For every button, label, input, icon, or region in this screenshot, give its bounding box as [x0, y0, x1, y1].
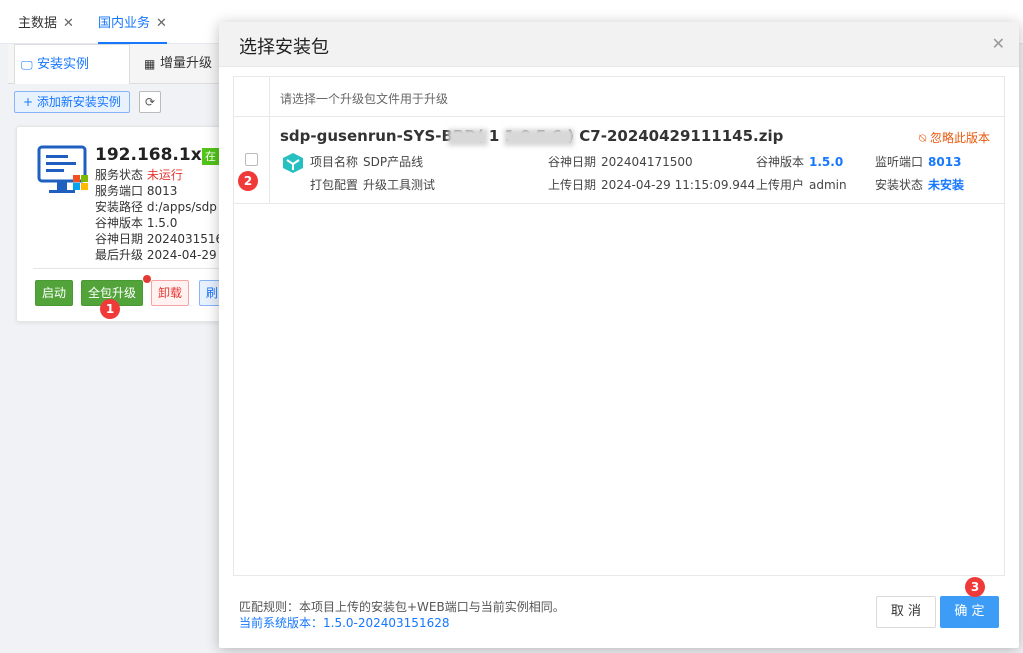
close-icon[interactable]: ✕: [156, 16, 167, 31]
dialog-header: 选择安装包 ✕: [219, 22, 1019, 67]
match-rule-text: 匹配规则：本项目上传的安装包+WEB端口与当前实例相同。: [239, 600, 565, 614]
add-instance-button[interactable]: + 添加新安装实例: [14, 91, 130, 113]
package-date: 谷神日期 202404171500: [548, 153, 693, 170]
server-monitor-icon: [37, 145, 88, 193]
instance-date: 谷神日期 20240315162: [95, 231, 231, 247]
upload-user: 上传用户 admin: [756, 176, 847, 193]
kv-value: 升级工具测试: [363, 178, 436, 192]
step-badge-1: 1: [100, 299, 120, 319]
kv-value: 202404171500: [601, 155, 693, 169]
redaction: [504, 129, 574, 146]
package-table: 请选择一个升级包文件用于升级 sdp-gusenrun-SYS-BBD( 1 1…: [233, 76, 1005, 576]
kv-value: 未安装: [928, 178, 965, 192]
kv-label: 监听端口: [875, 155, 924, 169]
cancel-button[interactable]: 取 消: [876, 596, 936, 628]
package-version: 谷神版本 1.5.0: [756, 153, 843, 170]
kv-label: 上传用户: [756, 178, 805, 192]
start-button[interactable]: 启动: [35, 280, 74, 306]
subtab-label: 增量升级: [160, 56, 213, 71]
instance-service-status: 服务状态 未运行: [95, 167, 183, 183]
info-value: 未运行: [146, 168, 183, 182]
kv-label: 谷神版本: [756, 155, 805, 169]
kv-label: 项目名称: [310, 155, 359, 169]
tab-label: 主数据: [18, 16, 58, 31]
uninstall-button[interactable]: 卸载: [151, 280, 190, 306]
info-label: 服务状态: [95, 168, 144, 182]
tab-master-data[interactable]: 主数据 ✕: [18, 0, 74, 44]
close-icon[interactable]: ✕: [63, 16, 74, 31]
table-row[interactable]: sdp-gusenrun-SYS-BBD( 1 1 0 5 6 ) C7-202…: [234, 117, 1004, 204]
info-label: 安装路径: [95, 200, 144, 214]
instance-install-path: 安装路径 d:/apps/sdp: [95, 199, 217, 215]
info-value: 1.5.0: [146, 216, 178, 230]
kv-value: SDP产品线: [363, 155, 424, 169]
status-badge: 在: [202, 148, 219, 165]
confirm-button[interactable]: 确 定: [940, 596, 999, 628]
kv-label: 谷神日期: [548, 155, 597, 169]
refresh-icon[interactable]: ⟳: [139, 91, 161, 113]
dialog-title: 选择安装包: [239, 37, 329, 58]
ignore-version-link[interactable]: ⍉ 忽略此版本: [919, 129, 990, 146]
redaction: [448, 129, 488, 146]
info-value: d:/apps/sdp: [146, 200, 217, 214]
info-label: 服务端口: [95, 184, 144, 198]
kv-label: 上传日期: [548, 178, 597, 192]
grid-icon: ▦: [144, 57, 156, 71]
subtab-label: 安装实例: [37, 57, 90, 72]
kv-label: 安装状态: [875, 178, 924, 192]
listen-port: 监听端口 8013: [875, 153, 961, 170]
upload-date: 上传日期 2024-04-29 11:15:09.944: [548, 176, 755, 193]
monitor-icon: 🖵: [21, 58, 33, 72]
instance-last-upgrade: 最后升级 2024-04-29: [95, 247, 217, 263]
instance-service-port: 服务端口 8013: [95, 183, 177, 199]
current-version-text: 当前系统版本：1.5.0-202403151628: [239, 616, 450, 630]
pack-config: 打包配置 升级工具测试: [310, 176, 435, 193]
info-label: 最后升级: [95, 248, 144, 262]
step-badge-2: 2: [238, 171, 258, 191]
info-value: 8013: [146, 184, 178, 198]
info-value: 2024-04-29: [146, 248, 217, 262]
tab-label: 国内业务: [98, 16, 151, 31]
tab-install-instances[interactable]: 🖵 安装实例: [14, 44, 130, 84]
step-badge-3: 3: [965, 577, 985, 597]
kv-value: 8013: [928, 155, 962, 169]
table-header-hint: 请选择一个升级包文件用于升级: [280, 92, 449, 106]
info-label: 谷神日期: [95, 232, 144, 246]
instance-version: 谷神版本 1.5.0: [95, 215, 177, 231]
kv-label: 打包配置: [310, 178, 359, 192]
info-label: 谷神版本: [95, 216, 144, 230]
table-header: 请选择一个升级包文件用于升级: [234, 77, 1004, 117]
close-icon[interactable]: ✕: [992, 34, 1005, 53]
notification-dot: [143, 275, 151, 283]
row-checkbox[interactable]: [245, 153, 258, 166]
select-package-dialog: 选择安装包 ✕ 请选择一个升级包文件用于升级 sdp-gusenrun-SYS-…: [219, 22, 1019, 648]
package-cube-icon: [283, 153, 303, 173]
tab-domestic-business[interactable]: 国内业务 ✕: [98, 0, 167, 44]
project-name: 项目名称 SDP产品线: [310, 153, 423, 170]
install-status: 安装状态 未安装: [875, 176, 964, 193]
kv-value: 1.5.0: [809, 155, 844, 169]
kv-value: 2024-04-29 11:15:09.944: [601, 178, 756, 192]
kv-value: admin: [809, 178, 847, 192]
